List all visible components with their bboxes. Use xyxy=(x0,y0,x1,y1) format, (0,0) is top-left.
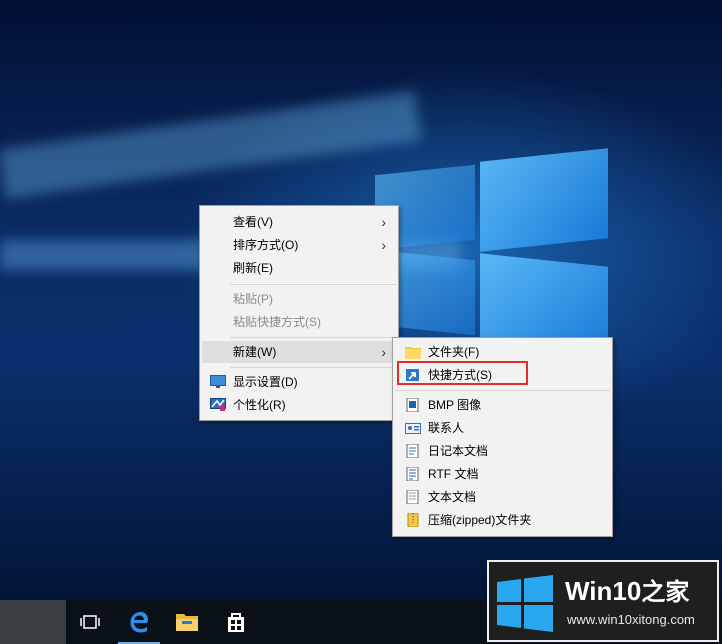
watermark-title: Win10之家 xyxy=(565,576,690,606)
contact-icon xyxy=(405,423,421,434)
store-button[interactable] xyxy=(212,600,260,644)
submenu-item-text-document[interactable]: 文本文档 xyxy=(395,486,610,508)
menu-separator xyxy=(230,284,396,285)
personalize-icon xyxy=(210,398,226,411)
submenu-item-folder[interactable]: 文件夹(F) xyxy=(395,341,610,363)
menu-item-personalize[interactable]: 个性化(R) xyxy=(202,394,396,416)
menu-separator xyxy=(230,367,396,368)
submenu-item-contact[interactable]: 联系人 xyxy=(395,417,610,439)
text-document-icon xyxy=(406,490,419,504)
menu-item-sort-by[interactable]: 排序方式(O) › xyxy=(202,234,396,256)
watermark-badge: Win10之家 www.win10xitong.com xyxy=(487,560,719,642)
wallpaper-beam xyxy=(0,91,422,199)
display-settings-icon xyxy=(210,375,226,388)
submenu-item-bmp-image[interactable]: BMP 图像 xyxy=(395,394,610,416)
watermark-url: www.win10xitong.com xyxy=(567,612,695,627)
chevron-right-icon: › xyxy=(381,237,386,253)
chevron-right-icon: › xyxy=(381,214,386,230)
start-button[interactable] xyxy=(0,600,66,644)
edge-button[interactable] xyxy=(115,600,163,644)
store-icon xyxy=(228,613,244,632)
folder-icon xyxy=(405,347,421,359)
menu-item-display-settings[interactable]: 显示设置(D) xyxy=(202,371,396,393)
menu-item-refresh[interactable]: 刷新(E) xyxy=(202,257,396,279)
annotation-highlight-box xyxy=(397,361,528,385)
submenu-item-rtf-document[interactable]: RTF 文档 xyxy=(395,463,610,485)
chevron-right-icon: › xyxy=(381,344,386,360)
zip-folder-icon xyxy=(407,513,419,527)
wallpaper-logo-pane xyxy=(480,148,608,252)
menu-item-paste-shortcut[interactable]: 粘贴快捷方式(S) xyxy=(202,311,396,333)
edge-icon xyxy=(130,612,148,633)
menu-item-view[interactable]: 查看(V) › xyxy=(202,211,396,233)
rtf-document-icon xyxy=(406,467,419,481)
menu-separator xyxy=(230,337,396,338)
menu-item-new[interactable]: 新建(W) › xyxy=(202,341,396,363)
file-explorer-button[interactable] xyxy=(163,600,211,644)
menu-item-paste[interactable]: 粘贴(P) xyxy=(202,288,396,310)
bmp-image-icon xyxy=(406,398,419,412)
submenu-item-journal[interactable]: 日记本文档 xyxy=(395,440,610,462)
task-view-button[interactable] xyxy=(66,600,114,644)
desktop-context-menu: 查看(V) › 排序方式(O) › 刷新(E) 粘贴(P) 粘贴快捷方式(S) … xyxy=(199,205,399,421)
file-explorer-icon xyxy=(176,614,198,631)
journal-icon xyxy=(406,444,419,458)
submenu-item-zip-folder[interactable]: 压缩(zipped)文件夹 xyxy=(395,509,610,531)
menu-separator xyxy=(395,390,610,391)
windows-logo-icon xyxy=(497,575,553,632)
task-view-icon xyxy=(80,615,100,629)
